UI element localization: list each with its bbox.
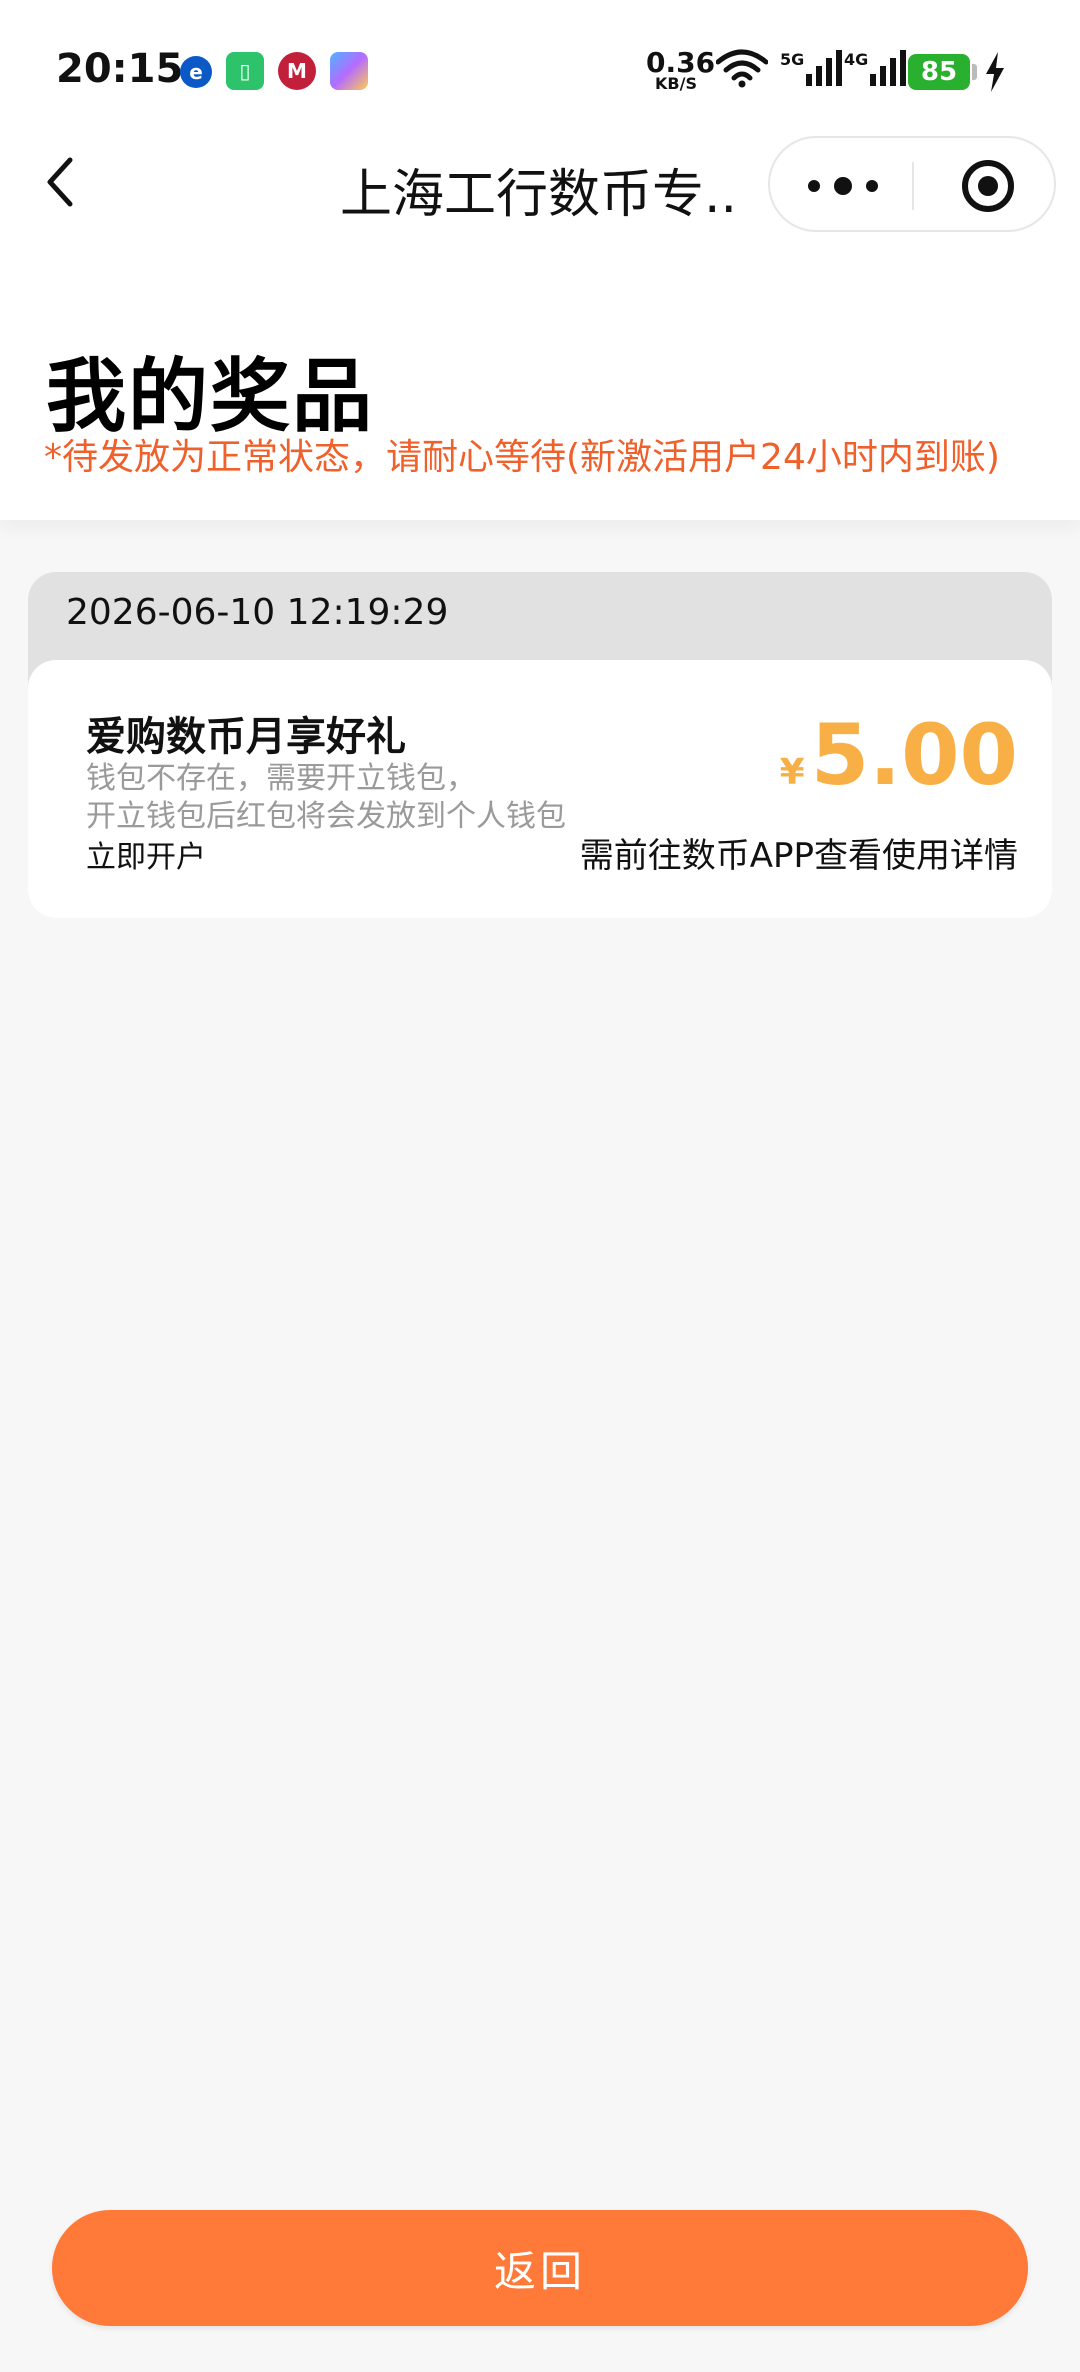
prize-description: 钱包不存在，需要开立钱包， 开立钱包后红包将会发放到个人钱包 <box>86 761 566 834</box>
bank-app-icon: e <box>180 56 212 88</box>
more-button[interactable] <box>808 166 878 206</box>
signal-5g-icon: 5G <box>780 50 843 86</box>
wifi-icon <box>716 49 768 88</box>
more-dot-icon <box>808 180 820 192</box>
amount-value: 5.00 <box>810 706 1018 804</box>
back-button[interactable] <box>30 152 90 212</box>
prize-amount: ¥ 5.00 <box>780 710 1018 800</box>
charging-bolt-icon <box>986 52 1004 92</box>
more-dot-icon <box>834 177 852 195</box>
capsule-divider <box>912 162 914 210</box>
gallery-app-icon <box>330 52 368 90</box>
metro-app-icon: M <box>278 52 316 90</box>
battery-level: 85 <box>908 54 970 90</box>
notice-text: *待发放为正常状态，请耐心等待(新激活用户24小时内到账) <box>44 437 1000 478</box>
currency-symbol: ¥ <box>779 752 805 793</box>
prize-name: 爱购数币月享好礼 <box>86 714 406 760</box>
return-button[interactable]: 返回 <box>52 2210 1028 2326</box>
prize-date: 2026-06-10 12:19:29 <box>66 592 449 633</box>
signal-4g-icon: 4G <box>844 50 907 86</box>
status-time: 20:15 <box>56 46 184 92</box>
page: 20:15 e ▯ M 0.36 KB/S 5G 4G 85 上海工行数币专..… <box>0 0 1080 2372</box>
network-speed: 0.36 KB/S <box>646 46 716 93</box>
prize-card[interactable]: 爱购数币月享好礼 钱包不存在，需要开立钱包， 开立钱包后红包将会发放到个人钱包 … <box>28 660 1052 918</box>
close-miniprogram-icon[interactable] <box>960 158 1016 214</box>
status-bar: 20:15 e ▯ M 0.36 KB/S 5G 4G 85 <box>0 0 1080 130</box>
page-header: 我的奖品 *待发放为正常状态，请耐心等待(新激活用户24小时内到账) <box>0 240 1080 520</box>
more-dot-icon <box>866 180 878 192</box>
chevron-left-icon <box>47 157 73 207</box>
nav-bar: 上海工行数币专... <box>0 130 1080 240</box>
nav-title: 上海工行数币专... <box>340 165 740 225</box>
battery-tip <box>972 64 977 80</box>
notification-icons: e ▯ M <box>180 52 368 90</box>
battery-saver-icon: ▯ <box>226 52 264 90</box>
prize-hint: 需前往数币APP查看使用详情 <box>579 836 1018 876</box>
open-wallet-link[interactable]: 立即开户 <box>86 832 206 876</box>
prize-record: 2026-06-10 12:19:29 爱购数币月享好礼 钱包不存在，需要开立钱… <box>28 572 1052 918</box>
miniprogram-capsule <box>768 136 1056 232</box>
